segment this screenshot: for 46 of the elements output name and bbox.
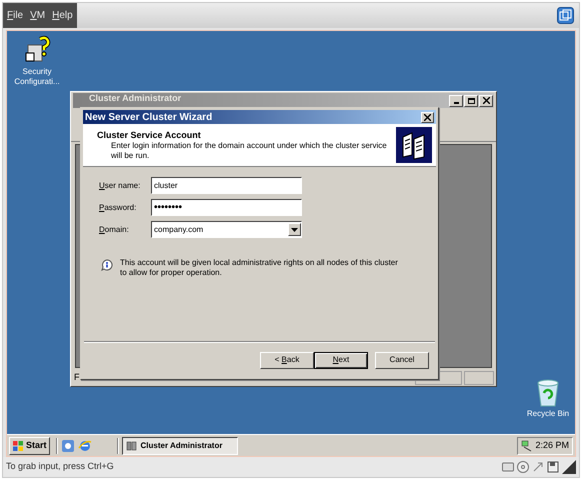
browser-icon[interactable]	[78, 438, 92, 452]
minimize-button[interactable]	[449, 94, 463, 106]
window-title: Cluster Administrator	[89, 93, 182, 104]
resize-grip-icon[interactable]	[562, 460, 576, 474]
menu-item[interactable]: File	[7, 8, 24, 23]
network-adapter-icon[interactable]	[532, 461, 544, 473]
page-subtitle: Enter login information for the domain account under which the cluster service will be run.	[111, 141, 388, 161]
close-icon	[424, 114, 431, 120]
maximize-button[interactable]	[464, 94, 478, 106]
next-button[interactable]: Next	[314, 352, 368, 368]
desktop-icon-label[interactable]: Security Configurati...	[8, 67, 66, 87]
cluster-icon	[126, 440, 138, 452]
menu-item[interactable]: Help	[52, 8, 73, 23]
status-text: To grab input, press Ctrl+G	[6, 460, 114, 474]
menu-item[interactable]: VM	[30, 8, 46, 23]
taskbar-button[interactable]: Cluster Administrator	[122, 436, 238, 454]
windows-logo-icon	[12, 440, 24, 452]
servers-icon	[396, 127, 432, 163]
maximize-icon	[468, 98, 474, 104]
desktop-icon-label[interactable]: Recycle Bin	[519, 409, 577, 419]
domain-dropdown[interactable]: company.com	[151, 221, 302, 238]
back-button[interactable]: < Back	[260, 352, 314, 368]
start-button[interactable]: Start	[9, 436, 50, 454]
server-manager-icon[interactable]	[60, 438, 75, 452]
clock: 2:26 PM	[535, 438, 569, 452]
field-label: Password:	[99, 202, 138, 214]
page-heading: Cluster Service Account	[97, 130, 202, 141]
status-pane	[464, 371, 494, 385]
minimize-icon	[454, 102, 458, 104]
cancel-button[interactable]: Cancel	[375, 352, 429, 368]
password-field[interactable]: ••••••••	[151, 199, 302, 216]
field-label: Domain:	[99, 224, 130, 236]
info-text: This account will be given local administrative rights on all nodes of this cluster to allow for proper operation.	[120, 258, 399, 278]
info-icon	[101, 259, 113, 271]
close-button[interactable]	[479, 94, 493, 106]
recycle-bin-icon[interactable]	[535, 379, 561, 407]
close-icon	[482, 97, 490, 104]
close-button[interactable]	[421, 112, 434, 122]
dialog-title: New Server Cluster Wizard	[85, 110, 212, 124]
network-icon[interactable]	[521, 440, 533, 452]
status-text: F	[73, 371, 80, 384]
fullscreen-icon[interactable]	[557, 7, 574, 24]
floppy-icon[interactable]	[547, 461, 559, 473]
cd-icon[interactable]	[517, 461, 529, 473]
input-field[interactable]: cluster	[151, 177, 302, 194]
field-label: User name:	[99, 180, 142, 192]
